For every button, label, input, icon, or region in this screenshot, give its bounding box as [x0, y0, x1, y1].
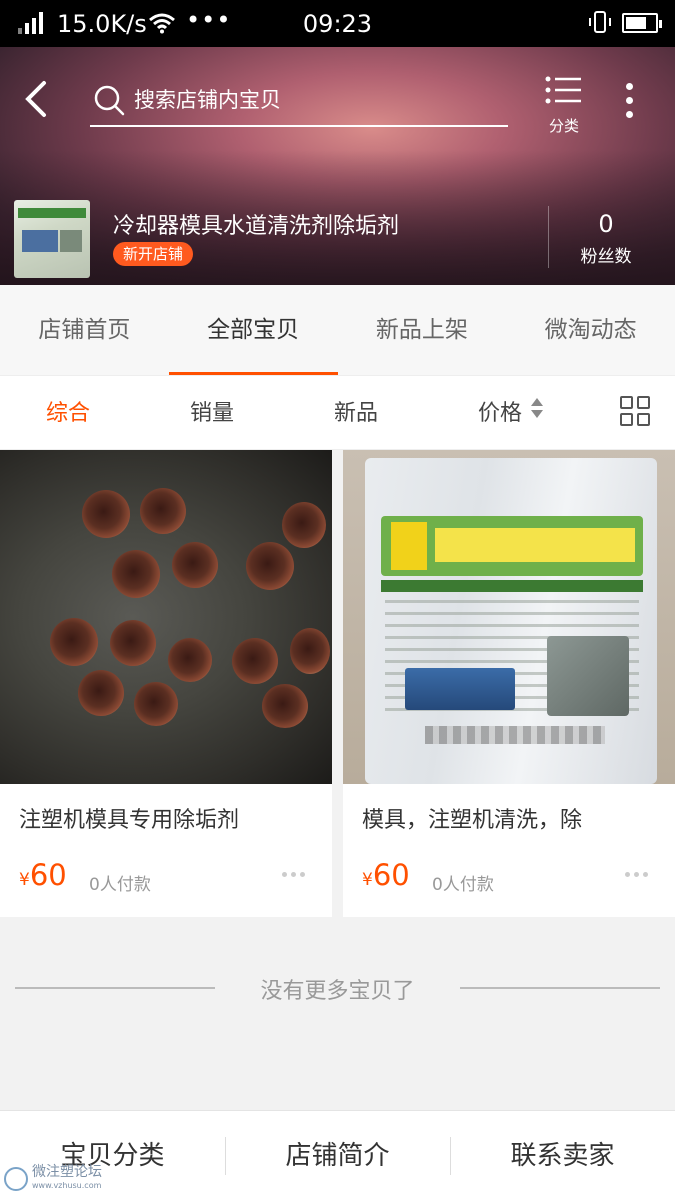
watermark: 微注塑论坛 www.vzhusu.com [4, 1164, 102, 1194]
tab-new-arrivals[interactable]: 新品上架 [338, 285, 507, 375]
battery-icon [622, 13, 662, 33]
vibrate-icon [587, 10, 613, 40]
divider [548, 206, 549, 268]
new-shop-badge: 新开店铺 [113, 242, 194, 266]
chevron-left-icon [25, 81, 46, 117]
tab-shop-home[interactable]: 店铺首页 [0, 285, 169, 375]
shop-name[interactable]: 冷却器模具水道清洗剂除垢剂 [113, 208, 399, 240]
currency-symbol: ¥ [19, 870, 30, 890]
contact-seller-button[interactable]: 联系卖家 [450, 1111, 675, 1200]
product-title: 注塑机模具专用除垢剂 [19, 808, 240, 833]
product-image[interactable] [343, 450, 675, 784]
sort-sales[interactable]: 销量 [190, 376, 234, 451]
forum-logo-icon [4, 1167, 28, 1191]
list-icon [545, 76, 581, 104]
price-value: 60 [29, 858, 67, 892]
watermark-text: 微注塑论坛 [32, 1164, 102, 1180]
sort-arrows-icon [530, 375, 544, 450]
sold-count: 0人付款 [89, 875, 151, 895]
divider [460, 987, 660, 989]
more-dots-icon[interactable] [625, 862, 655, 877]
category-label: 分类 [548, 117, 579, 135]
shop-intro-button[interactable]: 店铺简介 [225, 1111, 450, 1200]
search-icon [92, 83, 126, 121]
sort-price[interactable]: 价格 [478, 376, 544, 451]
top-nav: 分类 [0, 47, 675, 147]
shop-tabs: 店铺首页 全部宝贝 新品上架 微淘动态 [0, 285, 675, 375]
status-bar: 15.0K/s ••• 09:23 [0, 0, 675, 47]
sold-count: 0人付款 [432, 875, 494, 895]
sort-comprehensive[interactable]: 综合 [46, 376, 90, 451]
clock: 09:23 [302, 10, 373, 38]
tab-all-items[interactable]: 全部宝贝 [168, 285, 338, 375]
search-bar[interactable] [90, 77, 508, 127]
shop-logo[interactable] [14, 200, 90, 278]
fans-label: 粉丝数 [580, 247, 632, 267]
category-button[interactable]: 分类 [534, 75, 594, 139]
sort-newest[interactable]: 新品 [334, 376, 378, 451]
product-image[interactable] [0, 450, 332, 784]
more-options-icon[interactable] [614, 83, 644, 123]
watermark-url: www.vzhusu.com [32, 1181, 102, 1190]
sort-price-label: 价格 [478, 401, 523, 426]
grid-view-icon[interactable] [620, 396, 652, 428]
product-card[interactable]: 模具，注塑机清洗，除 ¥60 0人付款 [343, 450, 675, 917]
product-card[interactable]: 注塑机模具专用除垢剂 ¥60 0人付款 [0, 450, 332, 917]
product-price: ¥60 [19, 858, 67, 892]
end-of-list: 没有更多宝贝了 [0, 965, 675, 1011]
tab-weitao-feed[interactable]: 微淘动态 [506, 285, 675, 375]
sort-bar: 综合 销量 新品 价格 [0, 375, 675, 450]
more-dots-icon[interactable] [282, 862, 312, 877]
fans-counter[interactable]: 0 粉丝数 [560, 210, 652, 267]
no-more-items-text: 没有更多宝贝了 [260, 979, 415, 1004]
shop-info: 冷却器模具水道清洗剂除垢剂 新开店铺 0 粉丝数 [0, 196, 675, 284]
back-button[interactable] [18, 77, 58, 121]
search-input[interactable] [134, 83, 494, 117]
product-price: ¥60 [362, 858, 410, 892]
product-title: 模具，注塑机清洗，除 [362, 808, 583, 833]
fans-count: 0 [598, 210, 614, 238]
currency-symbol: ¥ [362, 870, 373, 890]
price-value: 60 [372, 858, 410, 892]
